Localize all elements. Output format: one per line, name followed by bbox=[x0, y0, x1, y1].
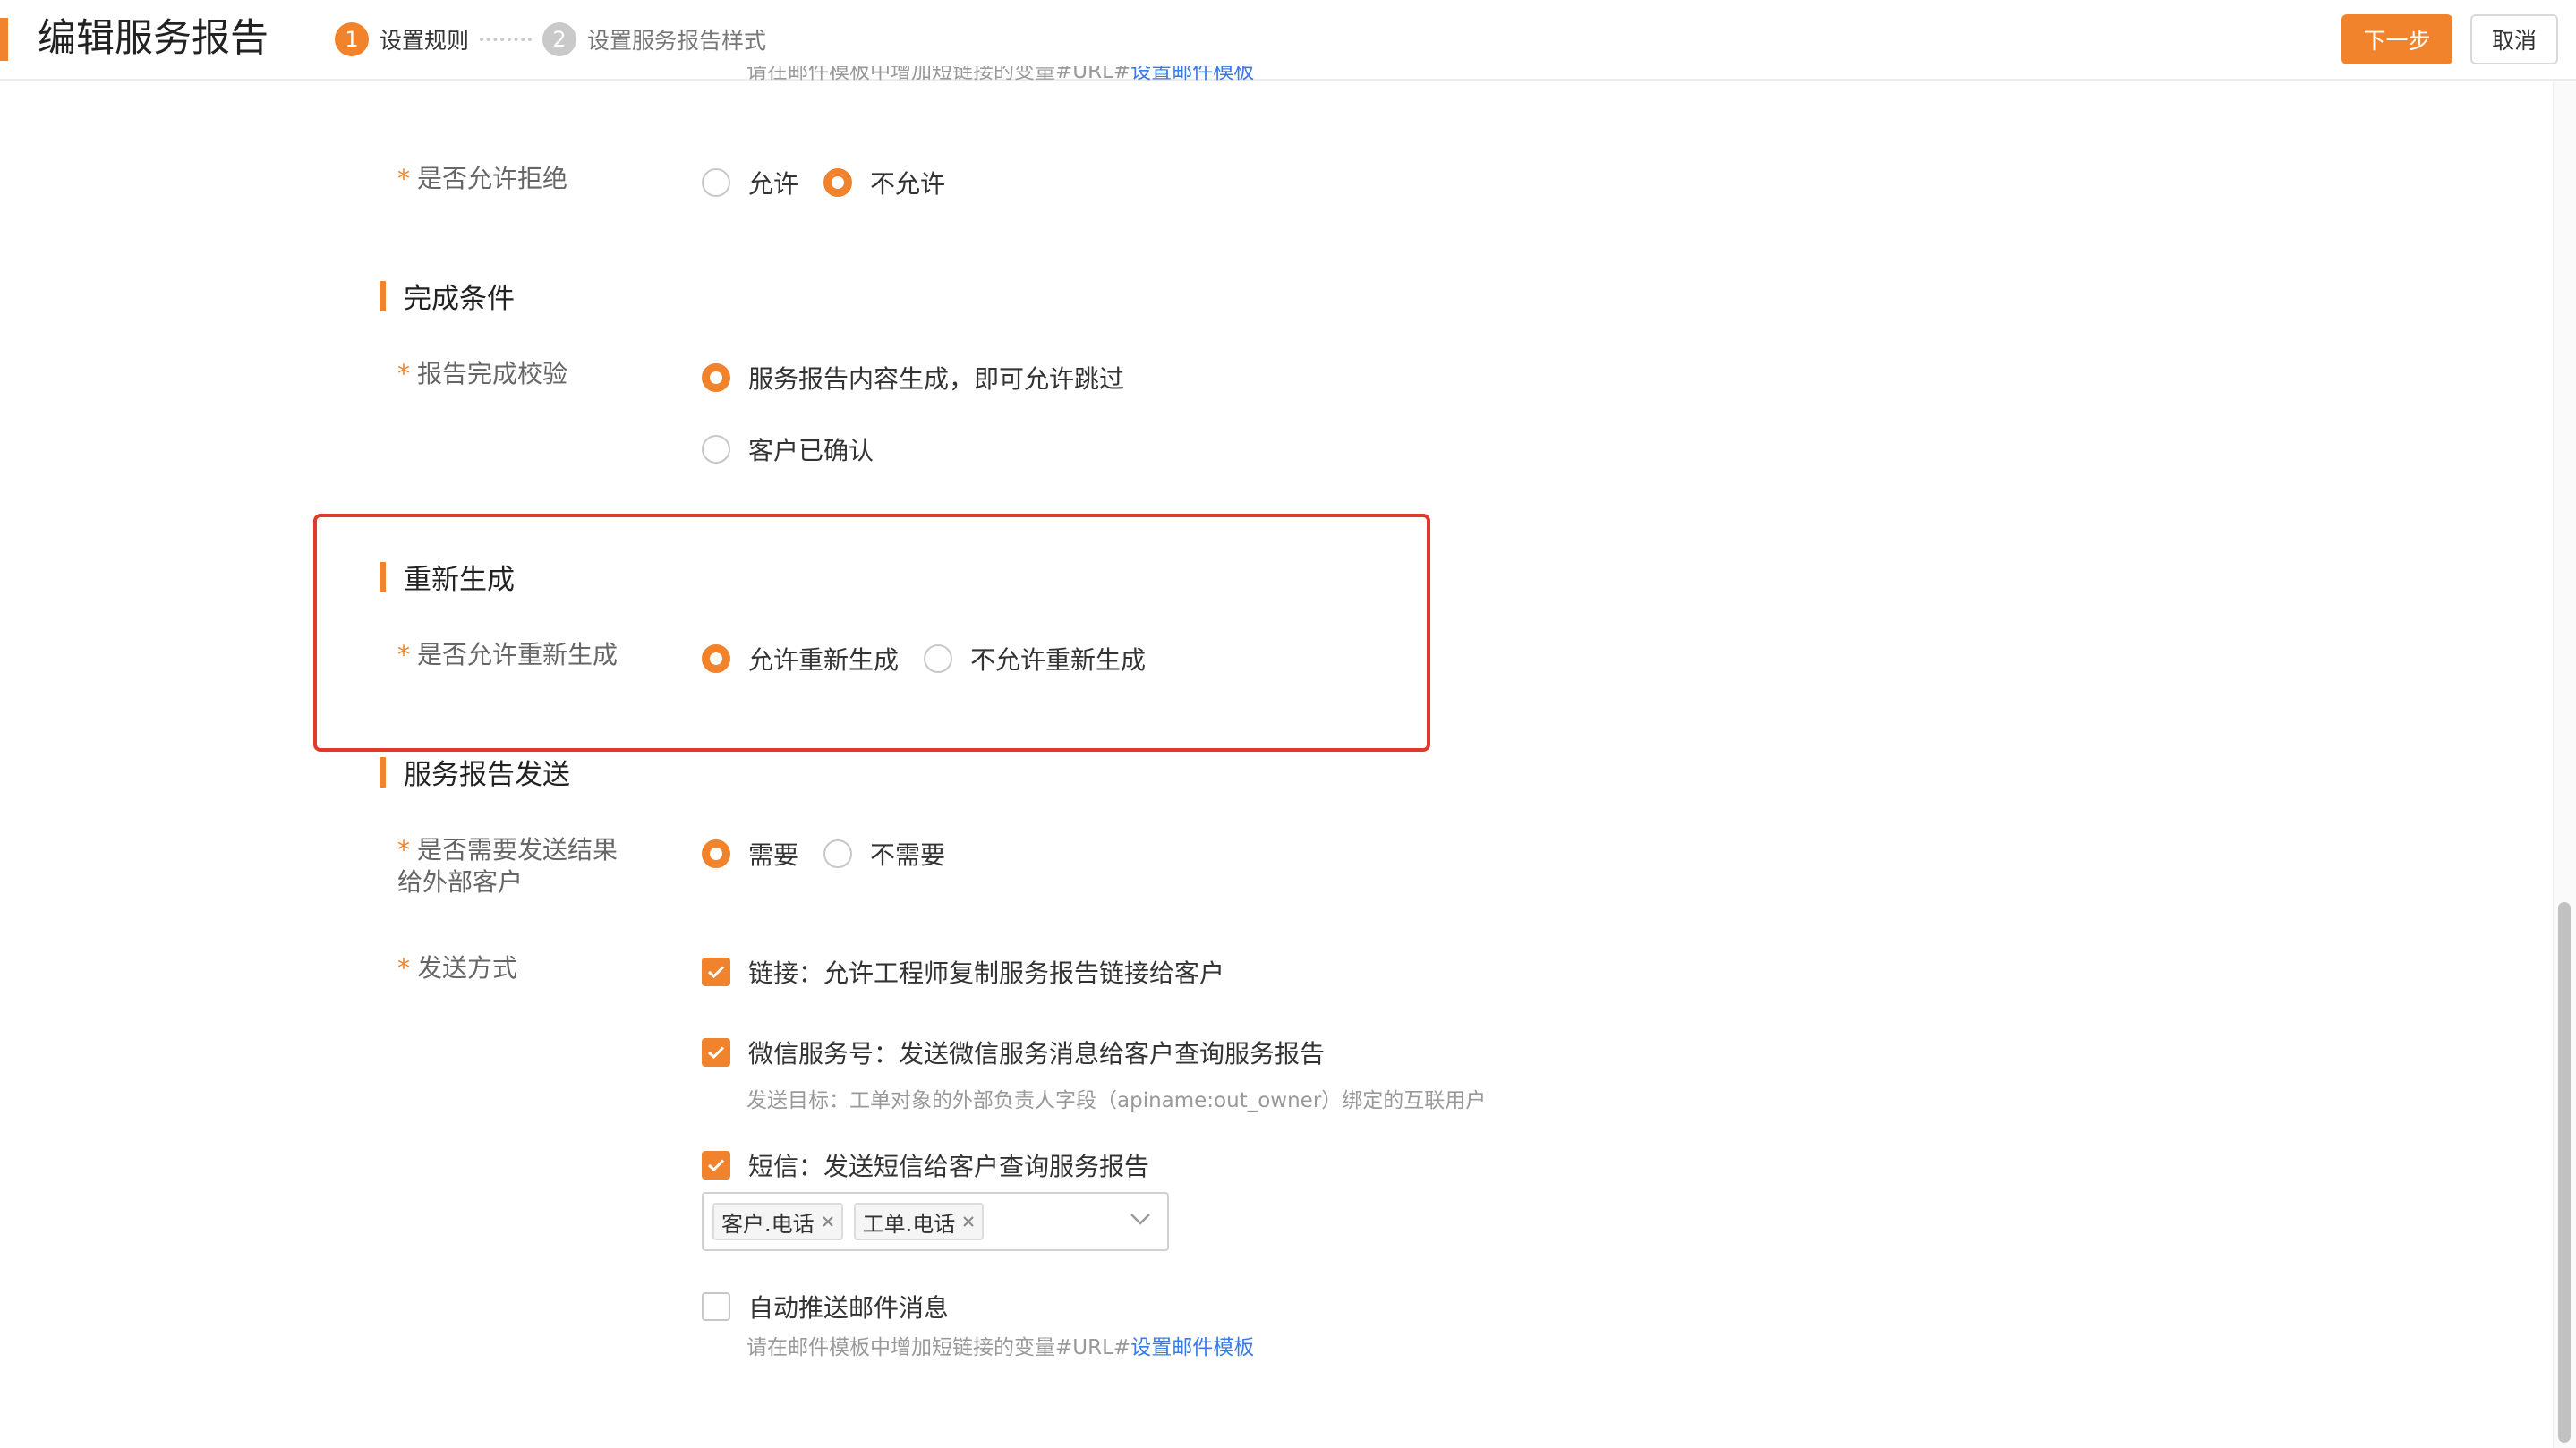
radio-checked[interactable] bbox=[702, 644, 730, 673]
method-sms-checkbox[interactable]: 短信：发送短信给客户查询服务报告 bbox=[702, 1147, 1149, 1183]
reject-option-allow-label: 允许 bbox=[748, 169, 799, 199]
send-need-label-line2: 给外部客户 bbox=[397, 867, 524, 897]
section-accent-bar bbox=[380, 756, 386, 788]
sms-tag-order-phone: 工单.电话 bbox=[853, 1203, 985, 1240]
radio-unchecked[interactable] bbox=[823, 839, 852, 868]
method-email-label: 自动推送邮件消息 bbox=[748, 1293, 950, 1323]
completion-option-1-label: 服务报告内容生成，即可允许跳过 bbox=[748, 364, 1125, 394]
top-email-note: 请在邮件模板中增加短链接的变量#URL#设置邮件模板 bbox=[746, 66, 1254, 89]
step-connector bbox=[480, 38, 533, 41]
top-email-note-text: 请在邮件模板中增加短链接的变量#URL# bbox=[746, 66, 1131, 83]
email-note-text: 请在邮件模板中增加短链接的变量#URL# bbox=[746, 1336, 1131, 1359]
step-2-label[interactable]: 设置服务报告样式 bbox=[587, 23, 766, 55]
completion-option-customer-confirmed[interactable]: 客户已确认 bbox=[702, 431, 874, 467]
completion-field-label: * 报告完成校验 bbox=[397, 358, 567, 390]
regenerate-option-allow-label: 允许重新生成 bbox=[748, 645, 900, 675]
radio-checked[interactable] bbox=[702, 839, 730, 868]
method-wechat-label: 微信服务号：发送微信服务消息给客户查询服务报告 bbox=[748, 1039, 1326, 1069]
reject-option-disallow-label: 不允许 bbox=[870, 169, 946, 199]
method-wechat-checkbox[interactable]: 微信服务号：发送微信服务消息给客户查询服务报告 bbox=[702, 1035, 1325, 1070]
regenerate-field-label: * 是否允许重新生成 bbox=[397, 639, 618, 671]
step-1-label[interactable]: 设置规则 bbox=[380, 23, 469, 55]
radio-unchecked[interactable] bbox=[702, 435, 730, 464]
send-need-label-line1: 是否需要发送结果 bbox=[417, 835, 618, 865]
section-accent-bar bbox=[380, 280, 386, 311]
section-regenerate-title: 重新生成 bbox=[404, 564, 515, 596]
regenerate-option-disallow-label: 不允许重新生成 bbox=[970, 645, 1147, 675]
section-send: 服务报告发送 bbox=[380, 752, 570, 792]
sms-tag-label: 工单.电话 bbox=[862, 1211, 956, 1237]
completion-option-2-label: 客户已确认 bbox=[748, 436, 874, 465]
section-completion-title: 完成条件 bbox=[404, 283, 515, 315]
radio-unchecked[interactable] bbox=[702, 168, 730, 197]
check-icon bbox=[707, 1046, 725, 1060]
send-need-field-label: * 是否需要发送结果 给外部客户 bbox=[397, 834, 618, 899]
checkbox-checked[interactable] bbox=[702, 958, 730, 986]
regenerate-highlight-box bbox=[313, 514, 1430, 752]
sms-tag-label: 客户.电话 bbox=[721, 1211, 815, 1237]
completion-label-text: 报告完成校验 bbox=[417, 359, 568, 388]
section-send-title: 服务报告发送 bbox=[404, 759, 570, 791]
completion-option-content-generated[interactable]: 服务报告内容生成，即可允许跳过 bbox=[702, 360, 1124, 396]
step-2-number: 2 bbox=[542, 22, 577, 56]
next-step-button[interactable]: 下一步 bbox=[2341, 14, 2452, 64]
method-email-checkbox[interactable]: 自动推送邮件消息 bbox=[702, 1289, 949, 1324]
scrollbar-thumb[interactable] bbox=[2558, 902, 2571, 1443]
step-indicator: 1 设置规则 2 设置服务报告样式 bbox=[335, 20, 766, 59]
checkbox-checked[interactable] bbox=[702, 1151, 730, 1180]
top-email-template-link[interactable]: 设置邮件模板 bbox=[1130, 66, 1254, 83]
send-need-option-no-label: 不需要 bbox=[870, 840, 946, 870]
send-method-field-label: * 发送方式 bbox=[397, 952, 517, 984]
section-completion: 完成条件 bbox=[380, 276, 515, 316]
close-icon[interactable] bbox=[962, 1215, 975, 1228]
send-need-option-yes[interactable]: 需要 bbox=[702, 836, 798, 872]
check-icon bbox=[707, 966, 725, 979]
regenerate-option-disallow[interactable]: 不允许重新生成 bbox=[924, 641, 1146, 677]
email-note: 请在邮件模板中增加短链接的变量#URL#设置邮件模板 bbox=[746, 1330, 1254, 1360]
sms-recipient-select[interactable]: 客户.电话 工单.电话 bbox=[702, 1192, 1169, 1251]
send-need-option-yes-label: 需要 bbox=[748, 840, 799, 870]
header-accent-bar bbox=[0, 18, 8, 61]
reject-label-text: 是否允许拒绝 bbox=[417, 164, 568, 193]
checkbox-checked[interactable] bbox=[702, 1038, 730, 1067]
method-link-checkbox[interactable]: 链接：允许工程师复制服务报告链接给客户 bbox=[702, 954, 1224, 990]
checkbox-unchecked[interactable] bbox=[702, 1292, 730, 1321]
required-mark: * bbox=[397, 359, 410, 388]
cancel-button[interactable]: 取消 bbox=[2470, 14, 2558, 64]
required-mark: * bbox=[397, 640, 410, 669]
required-mark: * bbox=[397, 953, 410, 983]
close-icon[interactable] bbox=[822, 1215, 834, 1228]
method-sms-label: 短信：发送短信给客户查询服务报告 bbox=[748, 1152, 1150, 1181]
reject-field-label: * 是否允许拒绝 bbox=[397, 163, 567, 195]
check-icon bbox=[707, 1159, 725, 1172]
section-regenerate: 重新生成 bbox=[380, 557, 515, 597]
section-accent-bar bbox=[380, 561, 386, 592]
email-template-link[interactable]: 设置邮件模板 bbox=[1130, 1336, 1254, 1359]
required-mark: * bbox=[397, 835, 410, 865]
sms-tag-customer-phone: 客户.电话 bbox=[712, 1203, 843, 1240]
regenerate-label-text: 是否允许重新生成 bbox=[417, 640, 618, 669]
radio-unchecked[interactable] bbox=[924, 644, 952, 673]
step-1-number: 1 bbox=[335, 22, 369, 56]
radio-checked[interactable] bbox=[823, 168, 852, 197]
send-need-option-no[interactable]: 不需要 bbox=[823, 836, 945, 872]
page-header: 编辑服务报告 1 设置规则 2 设置服务报告样式 下一步 取消 bbox=[0, 0, 2576, 81]
send-method-label-text: 发送方式 bbox=[417, 953, 518, 983]
chevron-down-icon[interactable] bbox=[1130, 1212, 1151, 1229]
wechat-target-note: 发送目标：工单对象的外部负责人字段（apiname:out_owner）绑定的互… bbox=[746, 1089, 1487, 1112]
reject-option-disallow[interactable]: 不允许 bbox=[823, 165, 945, 200]
method-link-label: 链接：允许工程师复制服务报告链接给客户 bbox=[748, 958, 1225, 988]
radio-checked[interactable] bbox=[702, 363, 730, 392]
regenerate-option-allow[interactable]: 允许重新生成 bbox=[702, 641, 899, 677]
page-title: 编辑服务报告 bbox=[38, 16, 269, 61]
reject-option-allow[interactable]: 允许 bbox=[702, 165, 798, 200]
required-mark: * bbox=[397, 164, 410, 193]
